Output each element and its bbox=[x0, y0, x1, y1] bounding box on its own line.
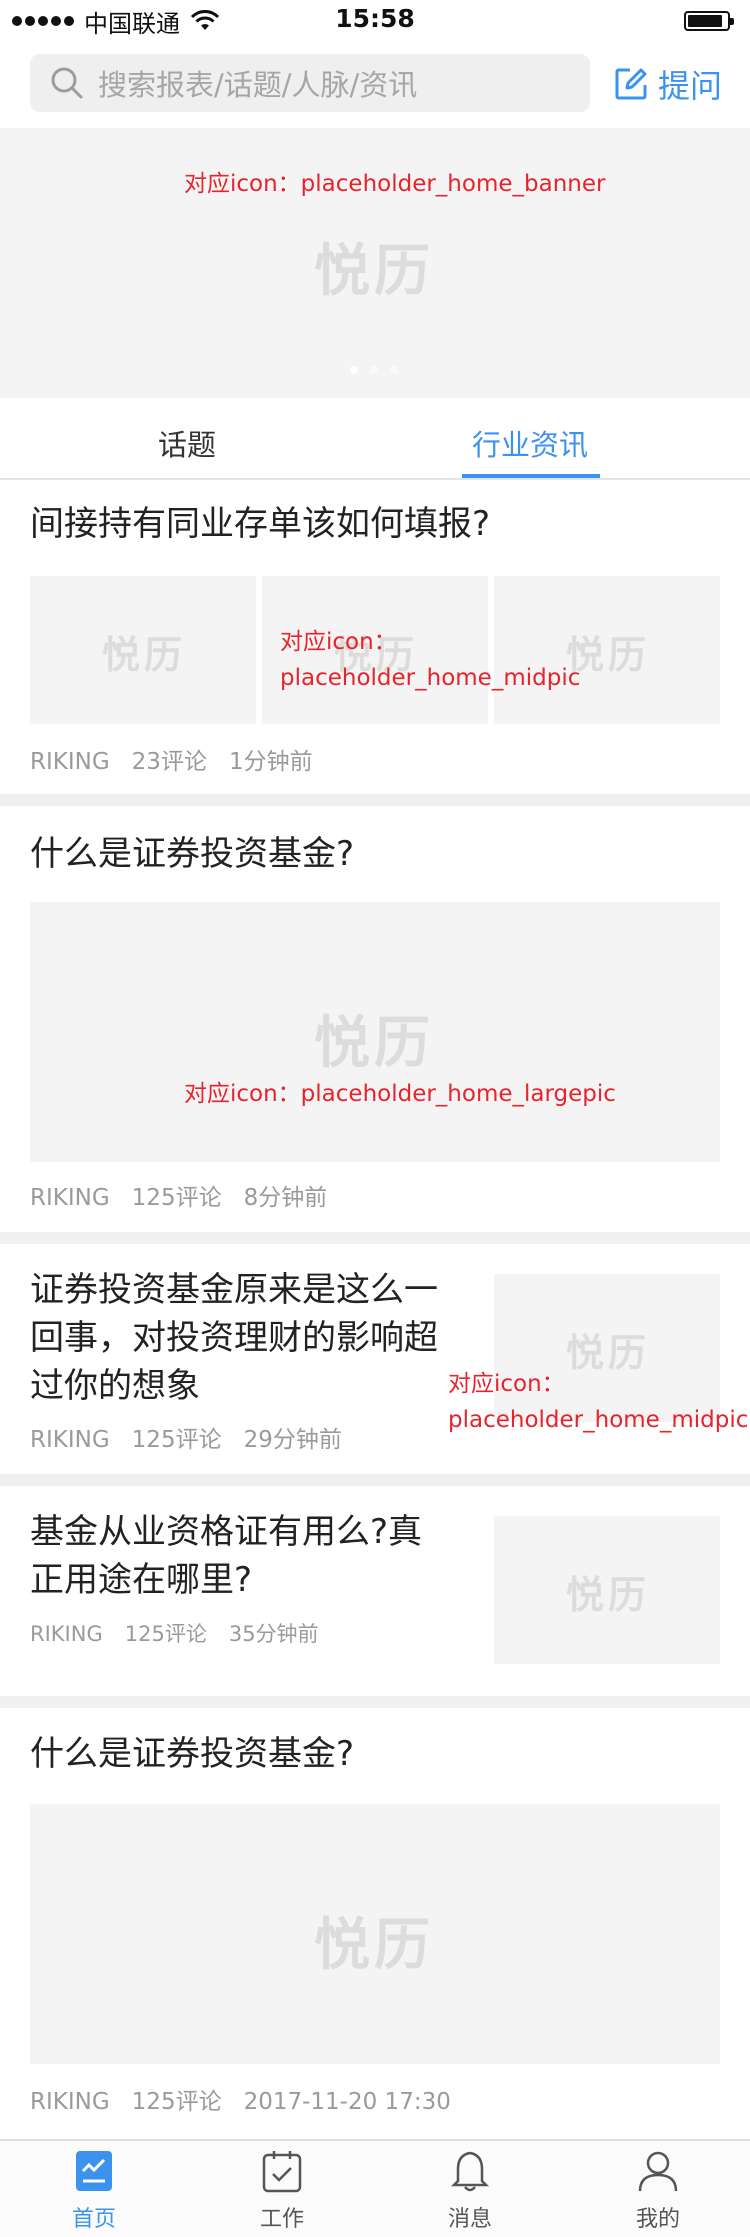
feed-item-meta: RIKING 125评论 35分钟前 bbox=[30, 1618, 341, 1648]
feed-item[interactable]: 什么是证券投资基金? 悦历 RIKING 125评论 2017-11-20 17:3… bbox=[0, 1708, 750, 2138]
title-line: 基金从业资格证有用么?真 bbox=[30, 1512, 423, 1552]
author: RIKING bbox=[30, 2089, 110, 2115]
search-input[interactable]: 搜索报表/话题/人脉/资讯 bbox=[30, 54, 590, 112]
banner-annotation: 对应icon：placeholder_home_banner bbox=[184, 171, 606, 197]
feed-item-large-image: 悦历 bbox=[30, 1804, 720, 2064]
annotation-line: placeholder_home_midpic bbox=[280, 665, 581, 691]
post-time: 1分钟前 bbox=[228, 749, 313, 775]
tab-topics[interactable]: 话题 bbox=[158, 422, 216, 464]
author: RIKING bbox=[30, 749, 110, 775]
comment-count: 125评论 bbox=[131, 1185, 222, 1211]
tabbar-item-me[interactable]: 我的 bbox=[608, 2149, 708, 2233]
status-time: 15:58 bbox=[335, 4, 415, 33]
bell-icon bbox=[450, 2151, 490, 2192]
title-line: 证券投资基金原来是这么一 bbox=[30, 1270, 438, 1310]
image-watermark: 悦历 bbox=[314, 1011, 434, 1076]
author: RIKING bbox=[30, 1427, 110, 1453]
annotation-line: 对应icon： bbox=[448, 1371, 565, 1397]
feed-item-thumbnail: 悦历 bbox=[494, 1516, 720, 1664]
user-icon bbox=[638, 2151, 678, 2192]
status-bar: 中国联通 15:58 bbox=[0, 0, 750, 40]
carousel-dot bbox=[350, 366, 358, 374]
tabbar-label: 我的 bbox=[635, 2207, 680, 2232]
author: RIKING bbox=[30, 1185, 110, 1211]
search-icon bbox=[51, 67, 83, 99]
tabbar-label: 消息 bbox=[447, 2207, 492, 2232]
feed-item[interactable]: 间接持有同业存单该如何填报? 悦历 悦历 悦历 对应icon： placehol… bbox=[0, 480, 750, 794]
thumbnail-watermark: 悦历 bbox=[566, 1573, 651, 1617]
tabbar-item-messages[interactable]: 消息 bbox=[420, 2149, 520, 2233]
comment-count: 23评论 bbox=[131, 749, 207, 775]
home-icon bbox=[76, 2151, 112, 2191]
comment-count: 125评论 bbox=[124, 1622, 207, 1646]
search-placeholder: 搜索报表/话题/人脉/资讯 bbox=[98, 68, 418, 102]
banner-watermark: 悦历 bbox=[314, 239, 434, 304]
title-line: 回事，对投资理财的影响超 bbox=[30, 1318, 438, 1358]
feed-item-meta: RIKING 23评论 1分钟前 bbox=[30, 742, 335, 776]
carousel-indicator bbox=[350, 366, 398, 374]
edit-icon bbox=[615, 68, 647, 100]
search-row: 搜索报表/话题/人脉/资讯 提问 bbox=[0, 40, 750, 128]
comment-count: 125评论 bbox=[131, 1427, 222, 1453]
post-time: 29分钟前 bbox=[243, 1427, 342, 1453]
divider bbox=[0, 1696, 750, 1708]
post-time: 35分钟前 bbox=[228, 1622, 319, 1646]
tabbar-item-home[interactable]: 首页 bbox=[44, 2149, 144, 2233]
feed-item-title: 什么是证券投资基金? bbox=[30, 1734, 355, 1774]
tab-industry-news[interactable]: 行业资讯 bbox=[472, 422, 588, 464]
thumbnail-annotation: 对应icon： placeholder_home_midpic bbox=[448, 1366, 748, 1438]
feed-item-meta: RIKING 125评论 8分钟前 bbox=[30, 1178, 349, 1212]
feed-item-title: 什么是证券投资基金? bbox=[30, 834, 355, 874]
ask-label: 提问 bbox=[658, 67, 723, 105]
tabbar-item-work[interactable]: 工作 bbox=[232, 2149, 332, 2233]
feed-item-large-image: 悦历 bbox=[30, 902, 720, 1162]
feed-item[interactable]: 证券投资基金原来是这么一 回事，对投资理财的影响超 过你的想象 悦历 对应ico… bbox=[0, 1244, 750, 1474]
annotation-line: placeholder_home_midpic bbox=[448, 1407, 749, 1433]
feed-item[interactable]: 基金从业资格证有用么?真 正用途在哪里? 悦历 RIKING 125评论 35分钟前 bbox=[0, 1486, 750, 1696]
image-watermark: 悦历 bbox=[314, 1913, 434, 1978]
comment-count: 125评论 bbox=[131, 2089, 222, 2115]
thumbnail-annotation: 对应icon： placeholder_home_midpic bbox=[280, 624, 580, 696]
feed-item-title: 间接持有同业存单该如何填报? bbox=[30, 504, 491, 544]
carousel-dot bbox=[370, 366, 378, 374]
tabbar-label: 首页 bbox=[71, 2207, 116, 2232]
calendar-icon bbox=[262, 2151, 302, 2193]
title-line: 正用途在哪里? bbox=[30, 1560, 253, 1600]
annotation-line: 对应icon： bbox=[280, 629, 397, 655]
bottom-tab-bar: 首页 工作 消息 我的 bbox=[0, 2139, 750, 2237]
feed-item-meta: RIKING 125评论 2017-11-20 17:30 bbox=[30, 2082, 473, 2116]
divider bbox=[0, 1474, 750, 1486]
feed-item-title: 证券投资基金原来是这么一 回事，对投资理财的影响超 过你的想象 bbox=[30, 1266, 438, 1410]
post-time: 8分钟前 bbox=[243, 1185, 328, 1211]
divider bbox=[0, 1232, 750, 1244]
title-line: 过你的想象 bbox=[30, 1366, 200, 1406]
ask-button[interactable]: 提问 bbox=[614, 62, 722, 106]
tabbar-label: 工作 bbox=[259, 2207, 304, 2232]
thumbnail-watermark: 悦历 bbox=[102, 633, 187, 677]
feed-item-thumbnail: 悦历 bbox=[30, 576, 256, 724]
divider bbox=[0, 794, 750, 806]
feed-tabs: 话题 行业资讯 bbox=[0, 398, 750, 480]
feed-item[interactable]: 什么是证券投资基金? 悦历 对应icon：placeholder_home_la… bbox=[0, 806, 750, 1232]
image-annotation: 对应icon：placeholder_home_largepic bbox=[184, 1081, 616, 1107]
post-time: 2017-11-20 17:30 bbox=[243, 2089, 451, 2115]
banner-carousel[interactable]: 对应icon：placeholder_home_banner 悦历 bbox=[0, 128, 750, 398]
feed-item-title: 基金从业资格证有用么?真 正用途在哪里? bbox=[30, 1508, 422, 1604]
feed-item-meta: RIKING 125评论 29分钟前 bbox=[30, 1420, 364, 1454]
battery-icon bbox=[684, 11, 734, 31]
active-tab-indicator bbox=[462, 474, 600, 478]
carousel-dot bbox=[390, 366, 398, 374]
author: RIKING bbox=[30, 1622, 103, 1646]
